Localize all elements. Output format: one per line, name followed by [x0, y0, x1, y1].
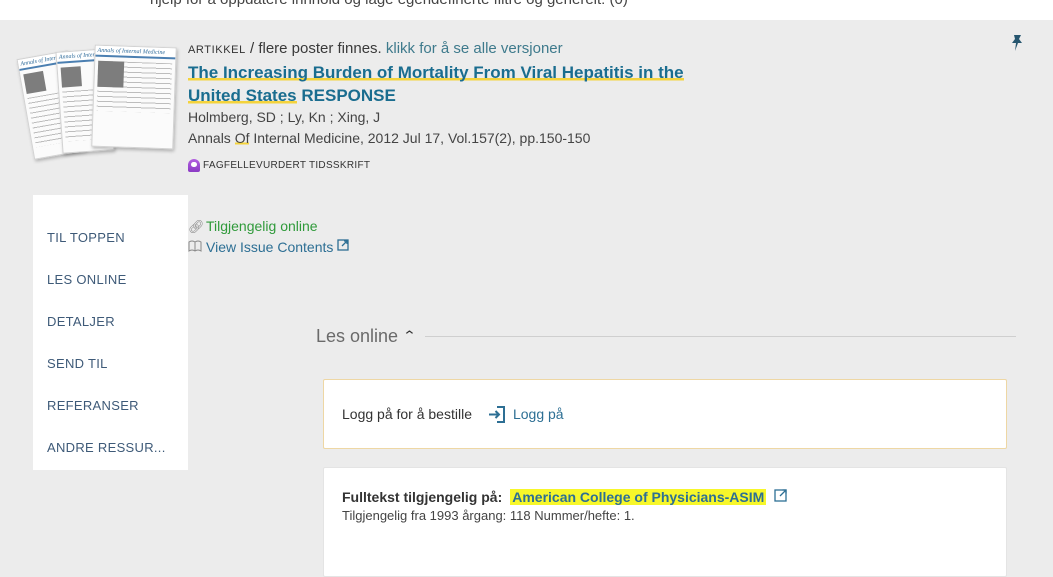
source-text: Annals	[188, 130, 235, 146]
sidenav-item-detaljer[interactable]: DETALJER	[33, 301, 188, 343]
sidenav-item-til-toppen[interactable]: TIL TOPPEN	[33, 217, 188, 259]
section-navigation: TIL TOPPEN LES ONLINE DETALJER SEND TIL …	[33, 195, 188, 470]
source-text: Of	[234, 130, 250, 146]
record-title-part: RESPONSE	[296, 86, 396, 105]
fulltext-label: Fulltekst tilgjengelig på:	[342, 488, 503, 505]
peer-reviewed-label: FAGFELLEVURDERT TIDSSKRIFT	[203, 160, 371, 171]
multiple-records-text: flere poster finnes.	[258, 40, 382, 57]
login-notice: Logg på for å bestille Logg på	[323, 379, 1007, 449]
type-separator: /	[245, 40, 259, 57]
fulltext-availability: Fulltekst tilgjengelig på: American Coll…	[323, 467, 1007, 577]
all-versions-link[interactable]: klikk for å se alle versjoner	[386, 40, 563, 57]
section-divider	[424, 335, 1016, 337]
journal-cover-title: Annals of Internal Medicine	[95, 45, 176, 60]
record-authors: Holmberg, SD ; Ly, Kn ; Xing, J	[188, 109, 381, 125]
availability-link[interactable]: 🔗︎ Tilgjengelig online	[188, 216, 349, 237]
record-title-part: The Increasing Burden of Mortality From …	[188, 63, 684, 82]
issue-contents-label: View Issue Contents	[206, 239, 334, 255]
availability-block: 🔗︎ Tilgjengelig online View Issue Conten…	[188, 216, 350, 258]
sidenav-item-referanser[interactable]: REFERANSER	[33, 385, 188, 427]
journal-cover: Annals of Internal Medicine	[91, 44, 177, 150]
coverage-text: Tilgjengelig fra 1993 årgang: 118 Nummer…	[342, 508, 635, 523]
record-source: Annals Of Internal Medicine, 2012 Jul 17…	[188, 128, 888, 149]
les-online-heading[interactable]: Les online ⌃	[316, 325, 1016, 347]
login-button-label: Logg på	[512, 406, 564, 422]
login-button[interactable]: Logg på	[488, 405, 564, 424]
sidenav-item-andre-ressurser[interactable]: ANDRE RESSUR...	[33, 427, 188, 469]
section-title: Les online	[316, 325, 399, 346]
external-link-icon[interactable]	[774, 488, 788, 505]
provider-link[interactable]: American College of Physicians-ASIM	[510, 488, 767, 505]
chevron-up-icon: ⌃	[402, 328, 417, 343]
previous-record-text: hjelp for å oppdatere innhold og lage eg…	[150, 0, 628, 8]
book-icon	[188, 237, 202, 258]
record-title[interactable]: The Increasing Burden of Mortality From …	[188, 61, 888, 107]
login-prompt: Logg på for å bestille	[342, 406, 472, 422]
link-icon: 🔗︎	[188, 219, 205, 234]
peer-reviewed-badge: FAGFELLEVURDERT TIDSSKRIFT	[188, 159, 888, 172]
sign-in-icon	[488, 405, 505, 423]
peer-reviewed-icon	[188, 159, 200, 172]
record-type-line: Artikkel / flere poster finnes. klikk fo…	[188, 39, 888, 60]
availability-label: Tilgjengelig online	[206, 218, 318, 234]
external-link-icon	[337, 237, 350, 258]
source-text: Internal Medicine, 2012 Jul 17, Vol.157(…	[249, 130, 591, 146]
fulltext-row: Fulltekst tilgjengelig på: American Coll…	[342, 488, 1006, 505]
previous-record-partial: hjelp for å oppdatere innhold og lage eg…	[0, 0, 1053, 20]
record-type: Artikkel	[188, 44, 246, 56]
issue-contents-link[interactable]: View Issue Contents	[188, 237, 350, 258]
record-metadata: Artikkel / flere poster finnes. klikk fo…	[188, 39, 888, 172]
pin-icon[interactable]	[1009, 34, 1025, 52]
sidenav-item-send-til[interactable]: SEND TIL	[33, 343, 188, 385]
journal-thumbnail[interactable]: Annals of Internal Medicine Annals of In…	[16, 42, 183, 172]
sidenav-item-les-online[interactable]: LES ONLINE	[33, 259, 188, 301]
record-title-part: United States	[188, 86, 297, 105]
